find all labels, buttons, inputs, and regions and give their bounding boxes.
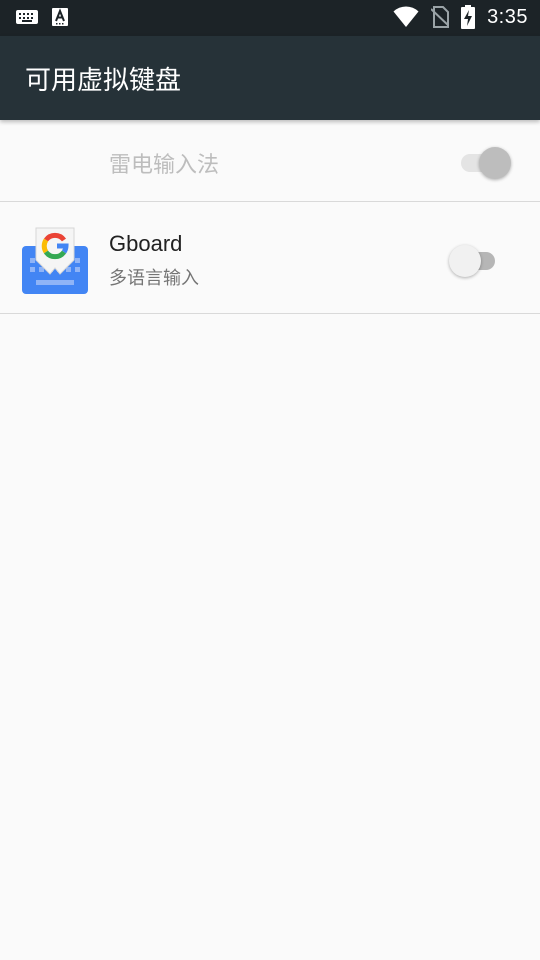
keyboard-item-leidian: 雷电输入法 bbox=[0, 120, 540, 202]
status-bar: 3:35 bbox=[0, 0, 540, 36]
gboard-toggle-switch[interactable] bbox=[449, 242, 501, 277]
keyboard-subtitle: 多语言输入 bbox=[109, 268, 199, 288]
page-title: 可用虚拟键盘 bbox=[25, 65, 182, 95]
text-a-icon bbox=[52, 8, 68, 26]
gboard-icon bbox=[22, 224, 88, 299]
keyboard-name: 雷电输入法 bbox=[109, 152, 220, 177]
keyboard-list: 雷电输入法 Gboard 多语言输入 bbox=[0, 120, 540, 314]
keyboard-item-gboard[interactable]: Gboard 多语言输入 bbox=[0, 202, 540, 314]
leidian-toggle-switch bbox=[459, 144, 511, 179]
wifi-icon bbox=[393, 6, 419, 28]
keyboard-name: Gboard bbox=[109, 231, 183, 256]
app-bar: 可用虚拟键盘 bbox=[0, 36, 540, 120]
battery-charging-icon bbox=[461, 5, 476, 29]
keyboard-icon bbox=[16, 9, 38, 25]
status-time: 3:35 bbox=[487, 5, 528, 28]
no-sim-icon bbox=[430, 6, 450, 28]
